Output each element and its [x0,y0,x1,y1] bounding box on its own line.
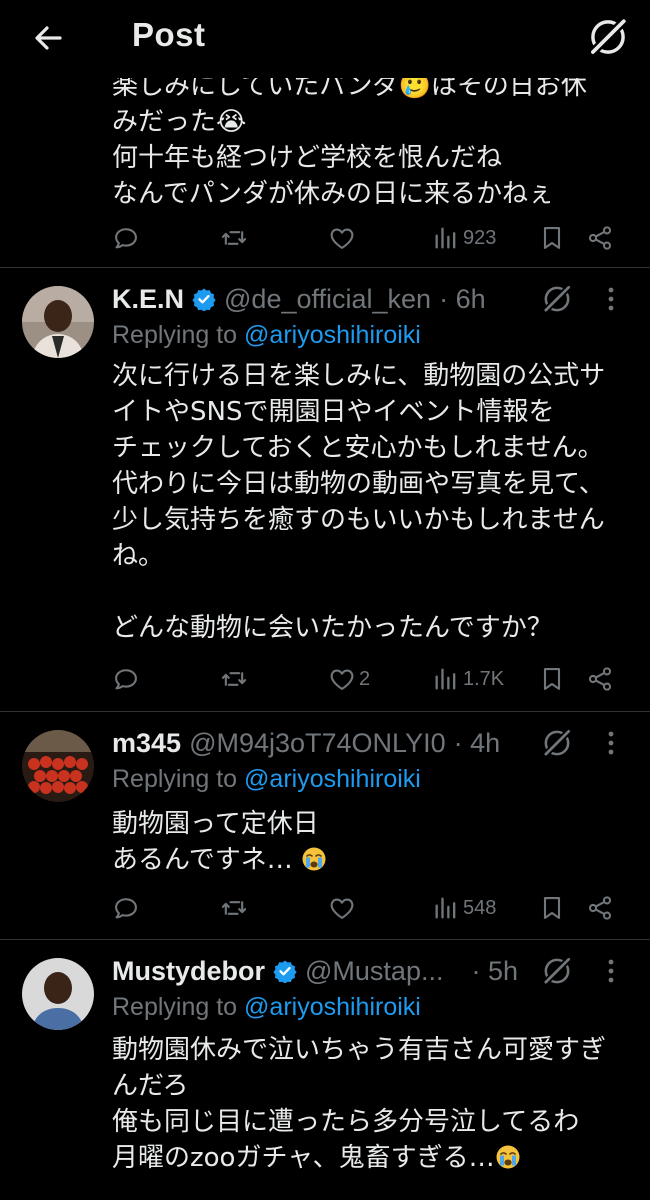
display-name[interactable]: K.E.N [112,284,184,315]
display-name[interactable]: m345 [112,728,181,759]
bookmark-icon[interactable] [538,661,566,697]
views-icon [432,894,460,922]
reply-text: 動物園って定休日 あるんですネ… [112,806,640,878]
grok-icon[interactable] [585,14,631,60]
crying-emoji-icon [301,846,327,872]
reply-text: 次に行ける日を楽しみに、動物園の公式サ イトやSNSで開園日やイベント情報を チ… [112,361,606,643]
avatar[interactable] [22,730,94,802]
display-name[interactable]: Mustydebor [112,956,265,987]
crying-emoji-icon [495,1144,521,1170]
replying-to-line: Replying to @ariyoshihiroiki [112,765,421,793]
user-handle[interactable]: @Mustap... [305,956,443,987]
page-title: Post [132,16,206,53]
parent-post: 楽しみにしていたパンダ🥲はその日お休 みだった😭 何十年も経つけど学校を恨んだね… [0,72,650,268]
grok-icon[interactable] [540,282,574,316]
views-count: 923 [463,226,497,249]
like-icon [328,665,356,693]
views-icon [432,665,460,693]
views-button[interactable]: 548 [432,890,496,926]
replying-to-mention[interactable]: @ariyoshihiroiki [244,321,421,349]
views-button[interactable]: 1.7K [432,661,504,697]
reply-text: 動物園休みで泣いちゃう有吉さん可愛すぎ んだろ 俺も同じ目に遭ったら多分号泣して… [112,1035,607,1173]
reply-icon[interactable] [112,661,140,697]
verified-badge-icon [273,959,297,983]
more-icon[interactable] [598,284,624,318]
like-icon[interactable] [328,220,356,256]
more-icon[interactable] [598,728,624,762]
views-button[interactable]: 923 [432,220,496,256]
replying-to-mention[interactable]: @ariyoshihiroiki [244,993,421,1021]
back-arrow-icon[interactable] [30,18,70,58]
share-icon[interactable] [586,661,614,697]
action-bar: 548 [110,890,630,926]
avatar[interactable] [22,286,94,358]
reply-post[interactable]: m345 @M94j3oT74ONLYI0 · 4h Replying to @… [0,712,650,940]
views-icon [432,224,460,252]
action-bar: 923 [110,220,630,256]
grok-icon[interactable] [540,954,574,988]
avatar[interactable] [22,958,94,1030]
reply-post[interactable]: Mustydebor @Mustap... · 5h Replying to @… [0,940,650,1200]
views-count: 1.7K [463,667,505,690]
action-bar: 2 1.7K [110,661,630,697]
more-icon[interactable] [598,956,624,990]
views-count: 548 [463,896,497,919]
like-count: 2 [359,667,371,690]
user-handle[interactable]: @M94j3oT74ONLYI0 [189,728,446,759]
like-button[interactable]: 2 [328,661,370,697]
post-time: · 6h [439,283,486,314]
author-row: K.E.N @de_official_ken · 6h [112,282,486,316]
post-time: · 4h [453,727,501,758]
verified-badge-icon [192,287,216,311]
replying-to-line: Replying to @ariyoshihiroiki [112,993,421,1021]
replying-to-mention[interactable]: @ariyoshihiroiki [244,765,421,793]
author-row: m345 @M94j3oT74ONLYI0 · 4h [112,726,500,760]
user-handle[interactable]: @de_official_ken [224,284,431,315]
bookmark-icon[interactable] [538,890,566,926]
parent-post-text: 楽しみにしていたパンダ🥲はその日お休 みだった😭 何十年も経つけど学校を恨んだね… [112,72,587,209]
bookmark-icon[interactable] [538,220,566,256]
post-time: · 5h [471,955,519,986]
grok-icon[interactable] [540,726,574,760]
top-app-bar: Post [0,0,650,78]
reply-icon[interactable] [112,220,140,256]
replying-to-line: Replying to @ariyoshihiroiki [112,321,421,349]
share-icon[interactable] [586,220,614,256]
repost-icon[interactable] [220,661,248,697]
author-row: Mustydebor @Mustap... · 5h [112,954,518,988]
like-icon[interactable] [328,890,356,926]
reply-post[interactable]: K.E.N @de_official_ken · 6h Replying to … [0,268,650,712]
reply-icon[interactable] [112,890,140,926]
repost-icon[interactable] [220,890,248,926]
repost-icon[interactable] [220,220,248,256]
share-icon[interactable] [586,890,614,926]
